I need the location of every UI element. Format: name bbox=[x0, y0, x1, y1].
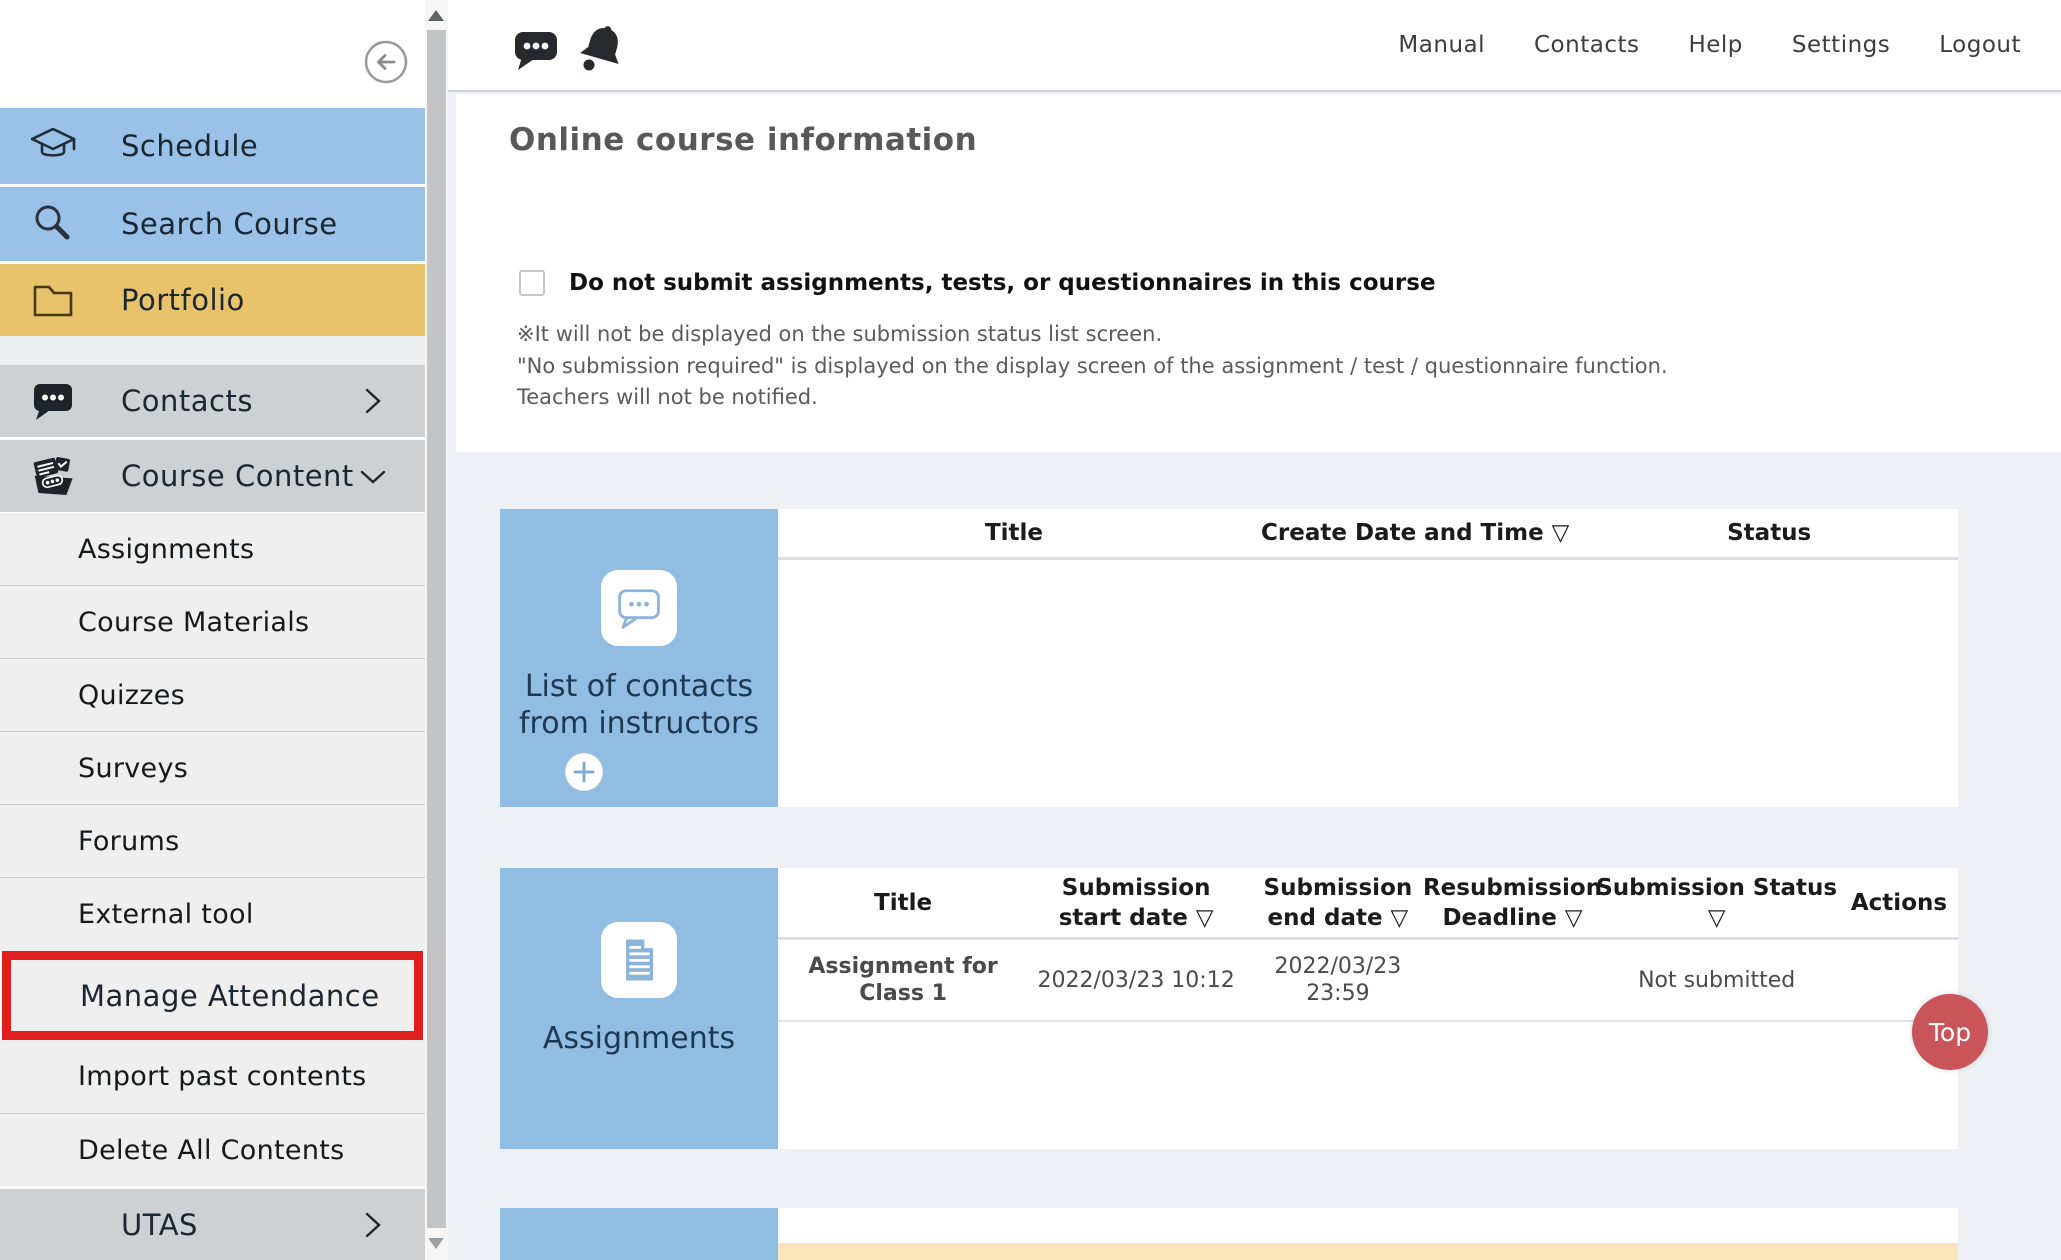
page-title: Online course information bbox=[509, 122, 977, 158]
top-menu: Manual Contacts Help Settings Logout bbox=[1398, 0, 2021, 90]
contacts-table-header: Title Create Date and Time ▽ Status bbox=[778, 509, 1958, 560]
sidebar-item-external-tool[interactable]: External tool bbox=[0, 877, 425, 951]
sidebar-item-manage-attendance[interactable]: Manage Attendance bbox=[2, 951, 423, 1040]
sidebar-item-course-materials[interactable]: Course Materials bbox=[0, 585, 425, 658]
next-table bbox=[778, 1208, 1958, 1243]
note-line: Teachers will not be notified. bbox=[517, 385, 818, 409]
sidebar-scrollbar[interactable] bbox=[425, 0, 448, 1260]
sidebar-item-label: Import past contents bbox=[78, 1061, 367, 1092]
note-line: ※It will not be displayed on the submiss… bbox=[517, 322, 1162, 346]
column-header-submission-start-sort[interactable]: Submission start date ▽ bbox=[1028, 868, 1244, 937]
column-header-actions: Actions bbox=[1840, 868, 1958, 937]
scroll-to-top-button[interactable]: Top bbox=[1912, 994, 1988, 1070]
contacts-panel: List of contacts from instructors bbox=[500, 509, 778, 807]
folder-icon bbox=[27, 274, 79, 326]
sidebar-item-label: Schedule bbox=[121, 129, 258, 163]
next-table-card bbox=[500, 1208, 1958, 1260]
chevron-down-icon bbox=[359, 462, 387, 490]
sidebar-item-course-content[interactable]: Course Content bbox=[0, 440, 425, 512]
sidebar-item-label: Forums bbox=[78, 826, 179, 857]
assignments-panel-label: Assignments bbox=[514, 1020, 764, 1057]
sidebar-item-import-past-contents[interactable]: Import past contents bbox=[0, 1040, 425, 1113]
course-info-panel: Online course information Do not submit … bbox=[456, 94, 2061, 452]
cell-submission-end: 2022/03/23 23:59 bbox=[1244, 940, 1432, 1020]
menu-settings[interactable]: Settings bbox=[1792, 32, 1890, 58]
sidebar-item-schedule[interactable]: Schedule bbox=[0, 108, 425, 184]
sidebar-item-label: Manage Attendance bbox=[80, 979, 380, 1013]
sidebar-item-label: Assignments bbox=[78, 534, 254, 565]
column-header-status: Status bbox=[1580, 509, 1958, 557]
chat-icon[interactable] bbox=[510, 22, 562, 74]
sidebar-collapse-button[interactable] bbox=[362, 38, 410, 86]
cell-submission-status: Not submitted bbox=[1593, 940, 1840, 1020]
sidebar-item-label: Quizzes bbox=[78, 680, 185, 711]
content-box-icon bbox=[27, 450, 79, 502]
next-table-header bbox=[778, 1208, 1958, 1243]
sidebar-item-label: Contacts bbox=[121, 384, 253, 418]
sidebar: Schedule Search Course Portfolio bbox=[0, 0, 425, 1260]
chevron-right-icon bbox=[359, 387, 387, 415]
table-row: Assignment for Class 1 2022/03/23 10:12 … bbox=[778, 940, 1958, 1022]
sidebar-divider bbox=[0, 336, 425, 365]
note-line: "No submission required" is displayed on… bbox=[517, 354, 1668, 378]
sidebar-item-label: External tool bbox=[78, 899, 254, 930]
sidebar-item-label: Portfolio bbox=[121, 283, 245, 317]
highlighted-row bbox=[778, 1243, 1958, 1260]
no-submit-checkbox[interactable] bbox=[519, 270, 545, 296]
scrollbar-thumb[interactable] bbox=[427, 30, 446, 1228]
no-submit-option-row: Do not submit assignments, tests, or que… bbox=[519, 270, 1436, 296]
sidebar-item-delete-all-contents[interactable]: Delete All Contents bbox=[0, 1113, 425, 1186]
chevron-right-icon bbox=[359, 1211, 387, 1239]
main-area: Manual Contacts Help Settings Logout Onl… bbox=[448, 0, 2061, 1260]
sidebar-item-label: Search Course bbox=[121, 207, 338, 241]
menu-manual[interactable]: Manual bbox=[1398, 32, 1485, 58]
contacts-table-card: List of contacts from instructors Title … bbox=[500, 509, 1958, 807]
contacts-table: Title Create Date and Time ▽ Status bbox=[778, 509, 1958, 560]
cell-submission-start: 2022/03/23 10:12 bbox=[1028, 940, 1244, 1020]
cell-resubmission-deadline bbox=[1432, 940, 1594, 1020]
sidebar-item-contacts[interactable]: Contacts bbox=[0, 365, 425, 437]
sidebar-item-search-course[interactable]: Search Course bbox=[0, 187, 425, 261]
sidebar-item-portfolio[interactable]: Portfolio bbox=[0, 264, 425, 336]
menu-help[interactable]: Help bbox=[1688, 32, 1742, 58]
sidebar-item-label: Surveys bbox=[78, 753, 188, 784]
speech-bubble-icon bbox=[27, 375, 79, 427]
column-header-submission-status-sort[interactable]: Submission Status ▽ bbox=[1593, 868, 1840, 937]
cell-assignment-title[interactable]: Assignment for Class 1 bbox=[778, 940, 1028, 1020]
column-header-submission-end-sort[interactable]: Submission end date ▽ bbox=[1244, 868, 1432, 937]
sidebar-item-assignments[interactable]: Assignments bbox=[0, 513, 425, 585]
sidebar-item-utas[interactable]: UTAS bbox=[0, 1189, 425, 1260]
bell-icon[interactable] bbox=[576, 22, 628, 74]
column-header-resubmission-deadline-sort[interactable]: Resubmission Deadline ▽ bbox=[1432, 868, 1594, 937]
column-header-title: Title bbox=[778, 509, 1250, 557]
document-icon bbox=[601, 922, 677, 998]
contacts-panel-label: List of contacts from instructors bbox=[514, 668, 764, 742]
sidebar-item-quizzes[interactable]: Quizzes bbox=[0, 658, 425, 731]
sidebar-item-label: Course Materials bbox=[78, 607, 309, 638]
column-header-create-date-sort[interactable]: Create Date and Time ▽ bbox=[1250, 509, 1580, 557]
graduation-cap-icon bbox=[27, 120, 79, 172]
chat-outline-icon bbox=[601, 570, 677, 646]
assignments-table-header: Title Submission start date ▽ Submission… bbox=[778, 868, 1958, 940]
menu-contacts[interactable]: Contacts bbox=[1534, 32, 1639, 58]
menu-logout[interactable]: Logout bbox=[1939, 32, 2021, 58]
sidebar-item-label: UTAS bbox=[121, 1208, 198, 1242]
top-bar: Manual Contacts Help Settings Logout bbox=[448, 0, 2061, 92]
assignments-table: Title Submission start date ▽ Submission… bbox=[778, 868, 1958, 1022]
scroll-up-icon[interactable] bbox=[428, 10, 444, 21]
assignments-panel: Assignments bbox=[500, 868, 778, 1149]
back-arrow-icon bbox=[362, 38, 410, 86]
next-panel bbox=[500, 1208, 778, 1260]
sidebar-item-forums[interactable]: Forums bbox=[0, 804, 425, 877]
add-contact-button[interactable] bbox=[563, 751, 605, 793]
no-submit-checkbox-label: Do not submit assignments, tests, or que… bbox=[569, 270, 1436, 296]
sidebar-item-label: Course Content bbox=[121, 459, 354, 493]
app-window: Schedule Search Course Portfolio bbox=[0, 0, 2061, 1260]
magnifier-icon bbox=[27, 198, 79, 250]
column-header-title: Title bbox=[778, 868, 1028, 937]
assignments-table-card: Assignments Title Submission start date … bbox=[500, 868, 1958, 1149]
sidebar-item-surveys[interactable]: Surveys bbox=[0, 731, 425, 804]
scroll-down-icon[interactable] bbox=[428, 1238, 444, 1249]
sidebar-item-label: Delete All Contents bbox=[78, 1135, 345, 1166]
